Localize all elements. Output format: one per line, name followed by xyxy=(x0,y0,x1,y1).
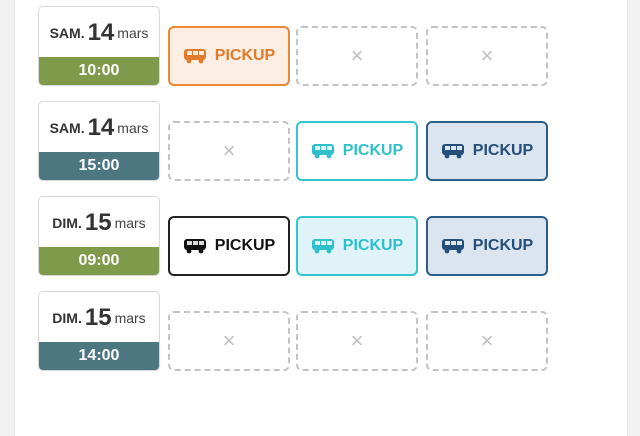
date-card: DIM. 15 mars 14:00 xyxy=(38,291,160,371)
close-icon: × xyxy=(222,138,236,163)
bus-icon xyxy=(311,238,335,254)
close-icon: × xyxy=(350,328,364,353)
day-of-week: SAM. xyxy=(49,25,85,41)
day-of-week: DIM. xyxy=(52,215,82,231)
date-card: DIM. 15 mars 09:00 xyxy=(38,196,160,276)
date-header: DIM. 15 mars xyxy=(39,197,159,249)
slot-label: PICKUP xyxy=(342,142,404,159)
bus-icon xyxy=(441,238,465,254)
day-number: 14 xyxy=(87,19,115,46)
time-label: 09:00 xyxy=(78,252,120,269)
day-of-week: DIM. xyxy=(52,310,82,326)
slot-empty[interactable]: × xyxy=(426,26,548,86)
day-of-week: SAM. xyxy=(49,120,85,136)
time-bar: 14:00 xyxy=(39,342,159,370)
date-header: SAM. 14 mars xyxy=(39,102,159,154)
slot-empty[interactable]: × xyxy=(426,311,548,371)
bus-icon xyxy=(183,48,207,64)
day-number: 14 xyxy=(87,114,115,141)
slot-pickup[interactable]: PICKUP xyxy=(168,26,290,86)
time-label: 14:00 xyxy=(78,347,120,364)
bus-icon xyxy=(441,143,465,159)
date-card: SAM. 14 mars 10:00 xyxy=(38,6,160,86)
slot-pickup[interactable]: PICKUP xyxy=(426,216,548,276)
day-number: 15 xyxy=(84,209,112,236)
slot-empty[interactable]: × xyxy=(168,311,290,371)
slot-empty[interactable]: × xyxy=(296,26,418,86)
close-icon: × xyxy=(350,43,364,68)
slot-label: PICKUP xyxy=(214,47,276,64)
slot-empty[interactable]: × xyxy=(168,121,290,181)
slot-pickup[interactable]: PICKUP xyxy=(168,216,290,276)
time-bar: 10:00 xyxy=(39,57,159,85)
slot-label: PICKUP xyxy=(472,237,534,254)
month: mars xyxy=(117,120,149,136)
date-header: DIM. 15 mars xyxy=(39,292,159,344)
close-icon: × xyxy=(480,43,494,68)
time-bar: 15:00 xyxy=(39,152,159,180)
slot-empty[interactable]: × xyxy=(296,311,418,371)
slot-pickup[interactable]: PICKUP xyxy=(296,121,418,181)
close-icon: × xyxy=(222,328,236,353)
time-bar: 09:00 xyxy=(39,247,159,275)
slot-pickup[interactable]: PICKUP xyxy=(296,216,418,276)
time-label: 10:00 xyxy=(78,62,120,79)
close-icon: × xyxy=(480,328,494,353)
bus-icon xyxy=(183,238,207,254)
day-number: 15 xyxy=(84,304,112,331)
slot-label: PICKUP xyxy=(472,142,534,159)
date-header: SAM. 14 mars xyxy=(39,7,159,59)
slot-label: PICKUP xyxy=(342,237,404,254)
date-card: SAM. 14 mars 15:00 xyxy=(38,101,160,181)
month: mars xyxy=(114,215,146,231)
bus-icon xyxy=(311,143,335,159)
slot-label: PICKUP xyxy=(214,237,276,254)
month: mars xyxy=(117,25,149,41)
month: mars xyxy=(114,310,146,326)
time-label: 15:00 xyxy=(78,157,120,174)
slot-pickup[interactable]: PICKUP xyxy=(426,121,548,181)
